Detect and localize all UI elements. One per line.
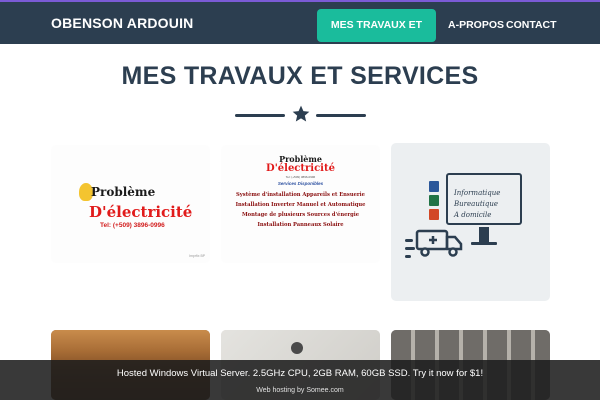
portfolio-item-informatique[interactable]: Informatique Bureautique A domicile xyxy=(391,143,550,301)
powerpoint-icon xyxy=(429,209,439,220)
navbar: OBENSON ARDOUIN MES TRAVAUX ET SERVICES … xyxy=(0,2,600,64)
monitor-text: Bureautique xyxy=(454,200,499,208)
flyer-service-line: Installation Inverter Manuel et Automati… xyxy=(235,202,366,208)
monitor-icon: Informatique Bureautique A domicile xyxy=(446,173,522,225)
truck-icon xyxy=(415,229,463,257)
flyer-service-line: Montage de plusieurs Sources d'énergie xyxy=(241,212,360,218)
star-icon xyxy=(292,105,310,122)
monitor-text: A domicile xyxy=(454,211,492,219)
word-icon xyxy=(429,181,439,192)
ad-text[interactable]: Hosted Windows Virtual Server. 2.5GHz CP… xyxy=(0,368,600,379)
flyer-phone: Tel: (+509) 3896-0996 xyxy=(285,175,316,179)
nav-link-travaux[interactable]: MES TRAVAUX ET SERVICES xyxy=(317,9,436,64)
nav-link-contact[interactable]: CONTACT xyxy=(496,9,567,42)
divider-line-left xyxy=(235,114,285,117)
monitor-text: Informatique xyxy=(454,189,501,197)
ad-subtext[interactable]: Web hosting by Somee.com xyxy=(0,387,600,394)
portfolio-item-services-flyer[interactable]: Problème D'électricité Tel: (+509) 3896-… xyxy=(221,145,380,263)
flyer-subtitle: D'électricité xyxy=(89,203,193,221)
divider-line-right xyxy=(316,114,366,117)
portfolio-item-electricite-flyer[interactable]: Problème D'électricité Tel: (+509) 3896-… xyxy=(51,145,210,263)
monitor-stand xyxy=(479,227,489,243)
flyer-subtitle: D'électricité xyxy=(266,163,335,174)
socket-icon xyxy=(291,342,303,354)
flyer-credit: Imprfix BP xyxy=(189,254,206,258)
flyer-title: Problème xyxy=(91,185,156,199)
brand-logo[interactable]: OBENSON ARDOUIN xyxy=(51,15,194,31)
excel-icon xyxy=(429,195,439,206)
flyer-service-line: Installation Panneaux Solaire xyxy=(257,222,344,228)
monitor-base xyxy=(471,242,497,245)
flyer-phone: Tel: (+509) 3896-0996 xyxy=(100,222,165,229)
hosting-ad-banner[interactable]: Hosted Windows Virtual Server. 2.5GHz CP… xyxy=(0,360,600,400)
flyer-services-heading: Services Disponibles xyxy=(277,181,324,186)
section-title: MES TRAVAUX ET SERVICES xyxy=(121,62,479,90)
flyer-service-line: Système d'installation Appareils et Ensu… xyxy=(236,192,365,198)
